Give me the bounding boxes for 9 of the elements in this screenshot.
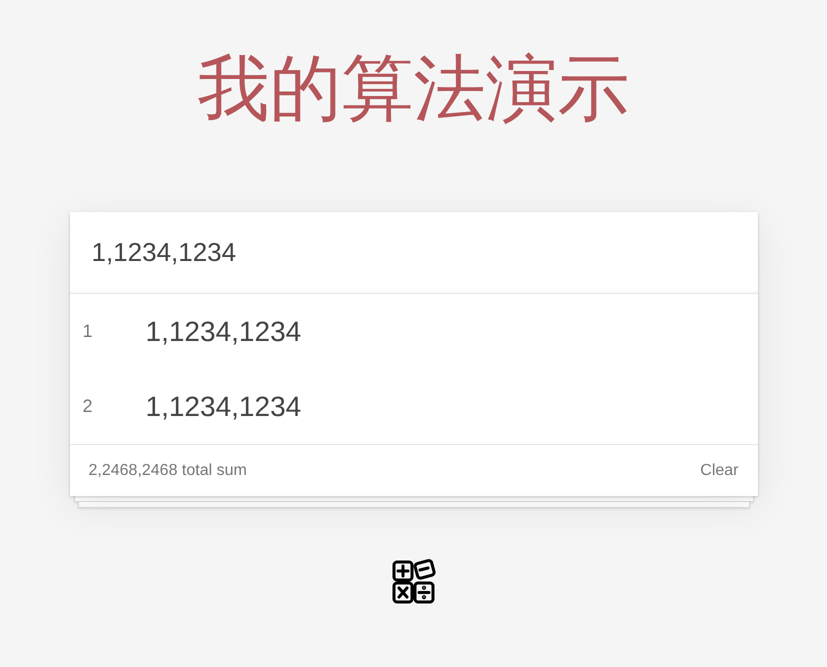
item-index: 2: [82, 395, 94, 418]
total-sum: 2,2468,2468 total sum: [88, 460, 247, 480]
input-field[interactable]: 1,1234,1234: [70, 212, 758, 294]
page-title: 我的算法演示: [198, 45, 630, 132]
item-index: 1: [82, 320, 94, 343]
clear-button[interactable]: Clear: [700, 458, 738, 482]
item-text: 1,1234,1234: [146, 390, 302, 424]
item-text: 1,1234,1234: [146, 314, 302, 348]
calculator-icon: [392, 559, 436, 605]
